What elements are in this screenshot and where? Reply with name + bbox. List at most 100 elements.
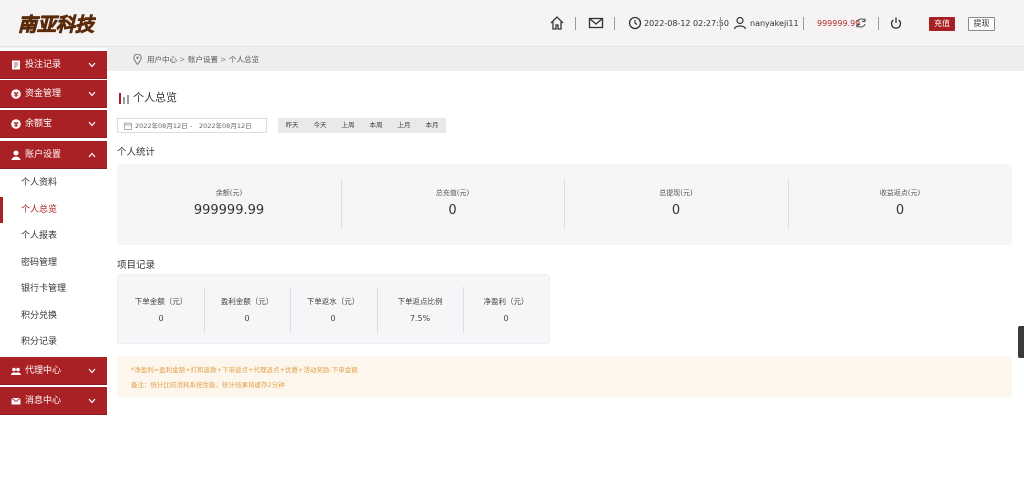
submenu-reports[interactable]: 个人报表 [0, 223, 107, 249]
record-net-profit: 净盈利（元） 0 [463, 275, 549, 345]
svg-text:南亚科技: 南亚科技 [18, 14, 96, 36]
record-order-rebate: 下单返水（元） 0 [290, 275, 376, 345]
notes-panel: *净盈利=盈利金额+打和返款+下单返点+代理返点+优惠+活动奖励-下单金额 备注… [117, 356, 1012, 397]
menu-yuebao[interactable]: ¥ 余额宝 [0, 110, 107, 138]
record-value: 0 [330, 314, 336, 323]
submenu-bank-cards[interactable]: 银行卡管理 [0, 276, 107, 302]
user-icon [11, 150, 21, 160]
menu-fund-management[interactable]: ¥ 资金管理 [0, 80, 107, 108]
main-content: 用户中心 > 账户设置 > 个人总览 个人总览 2022年08月12日 - 20… [107, 48, 1024, 500]
stat-value: 999999.99 [193, 203, 265, 218]
record-label: 下单返水（元） [306, 297, 360, 306]
personal-stats-title: 个人统计 [117, 147, 156, 158]
stat-value: 0 [671, 203, 681, 218]
record-rebate-ratio: 下单返点比例 7.5% [377, 275, 463, 345]
svg-text:¥: ¥ [14, 121, 19, 129]
breadcrumb: 用户中心 > 账户设置 > 个人总览 [107, 48, 1024, 71]
menu-bet-records[interactable]: 投注记录 [0, 51, 107, 79]
stat-rebate-income: 收益返点(元) 0 [788, 164, 1012, 245]
top-header: 南亚科技 2022-08-12 02:27:50 nanyakeji11 999… [0, 0, 1024, 47]
svg-text:¥: ¥ [14, 91, 19, 99]
record-value: 7.5% [409, 314, 431, 323]
header-divider [614, 17, 615, 30]
stat-balance: 余额(元) 999999.99 [117, 164, 341, 245]
header-divider [575, 17, 576, 30]
quick-yesterday-button[interactable]: 昨天 [278, 118, 306, 133]
start-date: 2022年08月12日 [135, 122, 188, 130]
project-records-title: 项目记录 [117, 260, 156, 271]
header-divider [803, 17, 804, 30]
submenu-overview[interactable]: 个人总览 [0, 197, 107, 223]
submenu-password[interactable]: 密码管理 [0, 250, 107, 276]
stat-total-withdraw: 总提现(元) 0 [564, 164, 788, 245]
submenu-profile[interactable]: 个人资料 [0, 170, 107, 196]
clock-icon [628, 16, 642, 30]
yen-circle-icon: ¥ [11, 119, 21, 129]
logo[interactable]: 南亚科技 [16, 7, 96, 39]
menu-agent-center[interactable]: 代理中心 [0, 357, 107, 385]
menu-label: 账户设置 [25, 150, 62, 160]
end-date: 2022年08月12日 [199, 122, 252, 130]
breadcrumb-item[interactable]: 用户中心 [147, 54, 177, 65]
recharge-button[interactable]: 充值 [929, 17, 955, 31]
quick-last-week-button[interactable]: 上周 [334, 118, 362, 133]
record-label: 下单返点比例 [397, 297, 443, 306]
chevron-up-icon [88, 152, 96, 158]
quick-this-week-button[interactable]: 本周 [362, 118, 390, 133]
quick-last-month-button[interactable]: 上月 [390, 118, 418, 133]
header-datetime: 2022-08-12 02:27:50 [644, 19, 729, 28]
group-icon [11, 367, 21, 375]
record-value: 0 [503, 314, 509, 323]
header-username[interactable]: nanyakeji11 [750, 18, 799, 29]
sidebar: 投注记录 ¥ 资金管理 ¥ 余额宝 账户设置 个人资料 个人总览 个人报表 密码… [0, 48, 107, 500]
date-range-picker[interactable]: 2022年08月12日 - 2022年08月12日 [117, 118, 267, 133]
header-divider [720, 17, 721, 30]
menu-label: 资金管理 [25, 89, 62, 99]
user-icon[interactable] [731, 14, 749, 32]
location-pin-icon [133, 54, 142, 65]
menu-label: 投注记录 [25, 60, 62, 70]
stat-label: 总提现(元) [659, 189, 693, 197]
record-label: 净盈利（元） [483, 297, 529, 306]
submenu-points-exchange[interactable]: 积分兑换 [0, 303, 107, 329]
record-profit-amount: 盈利金额（元） 0 [204, 275, 290, 345]
menu-label: 代理中心 [25, 366, 62, 376]
breadcrumb-separator: > [179, 55, 186, 64]
stat-label: 总充值(元) [435, 189, 470, 197]
quick-this-month-button[interactable]: 本月 [418, 118, 446, 133]
power-icon[interactable] [887, 14, 905, 32]
page-title: 个人总览 [133, 91, 177, 104]
mail-icon [11, 397, 21, 405]
project-records-panel: 下单金额（元） 0 盈利金额（元） 0 下单返水（元） 0 下单返点比例 7.5… [117, 274, 550, 344]
menu-label: 余额宝 [25, 119, 53, 129]
record-value: 0 [158, 314, 164, 323]
quick-today-button[interactable]: 今天 [306, 118, 334, 133]
stat-total-recharge: 总充值(元) 0 [341, 164, 564, 245]
withdraw-button[interactable]: 提现 [968, 17, 995, 31]
stat-value: 0 [895, 203, 905, 218]
submenu-points-records[interactable]: 积分记录 [0, 329, 107, 355]
home-icon[interactable] [548, 14, 566, 32]
mail-icon[interactable] [587, 14, 605, 32]
side-scroll-tab[interactable] [1018, 326, 1024, 358]
menu-message-center[interactable]: 消息中心 [0, 387, 107, 415]
chevron-down-icon [88, 368, 96, 374]
chevron-down-icon [88, 121, 96, 127]
stat-value: 0 [448, 203, 457, 218]
chevron-down-icon [88, 398, 96, 404]
chevron-down-icon [88, 91, 96, 97]
record-label: 下单金额（元） [134, 297, 188, 306]
breadcrumb-item[interactable]: 账户设置 [188, 54, 218, 65]
record-label: 盈利金额（元） [220, 297, 274, 306]
remark-note: 备注：统计比较消耗系统性能，统计结果将缓存2分钟 [131, 381, 285, 389]
header-divider [878, 17, 879, 30]
calendar-icon [124, 122, 132, 130]
menu-account-settings[interactable]: 账户设置 [0, 141, 107, 169]
breadcrumb-separator: > [220, 55, 227, 64]
menu-label: 消息中心 [25, 396, 62, 406]
bet-record-icon [12, 60, 20, 70]
date-separator: - [190, 122, 193, 130]
breadcrumb-item: 个人总览 [229, 55, 259, 64]
personal-stats-panel: 余额(元) 999999.99 总充值(元) 0 总提现(元) 0 收益返点(元… [117, 164, 1012, 245]
refresh-icon[interactable] [852, 14, 870, 32]
